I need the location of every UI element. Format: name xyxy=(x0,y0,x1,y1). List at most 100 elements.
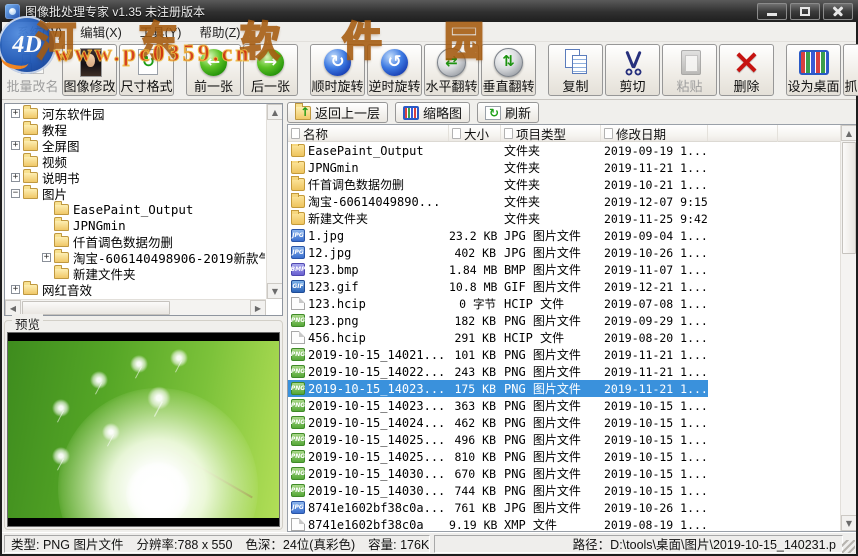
file-row[interactable]: 1.jpg 23.2 KB JPG 图片文件 2019-09-04 1... xyxy=(288,227,708,244)
toolbar-button[interactable]: 逆时旋转 xyxy=(367,44,422,96)
file-row[interactable]: 123.bmp 1.84 MB BMP 图片文件 2019-11-07 1... xyxy=(288,261,708,278)
file-row[interactable]: 2019-10-15_14022... 243 KB PNG 图片文件 2019… xyxy=(288,363,708,380)
file-row[interactable]: 2019-10-15_14025... 810 KB PNG 图片文件 2019… xyxy=(288,448,708,465)
toolbar-button-label: 顺时旋转 xyxy=(312,80,364,94)
column-header[interactable]: 项目类型 xyxy=(501,125,601,141)
list-vertical-scrollbar[interactable]: ▲ ▼ xyxy=(840,125,856,531)
scroll-down-arrow[interactable]: ▼ xyxy=(267,283,283,299)
scroll-up-arrow[interactable]: ▲ xyxy=(267,104,283,120)
toolbar-button[interactable]: 复制 xyxy=(548,44,603,96)
toolbar-button[interactable]: 后一张 xyxy=(243,44,298,96)
close-icon xyxy=(832,5,844,17)
toolbar-button[interactable]: 粘贴 xyxy=(662,44,717,96)
tree-horizontal-scrollbar[interactable]: ◀ ▶ xyxy=(5,299,266,315)
menu-item[interactable]: 工具(Y) xyxy=(131,20,191,43)
file-row[interactable]: 123.gif 10.8 MB GIF 图片文件 2019-12-21 1... xyxy=(288,278,708,295)
menu-item[interactable]: 编辑(X) xyxy=(71,20,131,43)
file-row[interactable]: 淘宝-60614049890... 文件夹 2019-12-07 9:15 xyxy=(288,193,708,210)
scroll-thumb[interactable] xyxy=(842,142,856,254)
tree-expand-toggle[interactable]: + xyxy=(11,173,20,182)
column-header[interactable]: 大小 xyxy=(449,125,501,141)
file-row[interactable]: 2019-10-15_14030... 670 KB PNG 图片文件 2019… xyxy=(288,465,708,482)
tree-expand-toggle[interactable]: − xyxy=(11,189,20,198)
minimize-button[interactable] xyxy=(757,3,787,20)
folder-tree-panel: + 河东软件园 教程 + xyxy=(4,103,283,316)
file-type-cell: PNG 图片文件 xyxy=(501,380,601,397)
file-type-cell: PNG 图片文件 xyxy=(501,448,601,465)
maximize-icon xyxy=(800,7,810,16)
list-toolbar-button[interactable]: 返回上一层 xyxy=(287,102,388,123)
toolbar-button[interactable]: 水平翻转 xyxy=(424,44,479,96)
tree-vertical-scrollbar[interactable]: ▲ ▼ xyxy=(266,104,282,299)
file-row[interactable]: 2019-10-15_14023... 363 KB PNG 图片文件 2019… xyxy=(288,397,708,414)
file-row[interactable]: 8741e1602bf38c0a... 761 KB JPG 图片文件 2019… xyxy=(288,499,708,516)
tree-expand-toggle[interactable]: + xyxy=(11,141,20,150)
toolbar-button[interactable]: 批量改名 xyxy=(5,44,60,96)
list-toolbar-button[interactable]: 缩略图 xyxy=(395,102,470,123)
menu-item[interactable]: 系统(W) xyxy=(8,20,71,43)
file-row[interactable]: EasePaint_Output 文件夹 2019-09-19 1... xyxy=(288,142,708,159)
file-row[interactable]: 2019-10-15_14025... 496 KB PNG 图片文件 2019… xyxy=(288,431,708,448)
close-button[interactable] xyxy=(823,3,853,20)
list-toolbar-icon xyxy=(295,106,311,120)
toolbar-button[interactable]: 顺时旋转 xyxy=(310,44,365,96)
file-row[interactable]: 仟首调色数据勿删 文件夹 2019-10-21 1... xyxy=(288,176,708,193)
file-row[interactable]: 123.png 182 KB PNG 图片文件 2019-09-29 1... xyxy=(288,312,708,329)
toolbar-button[interactable]: 垂直翻转 xyxy=(481,44,536,96)
file-row[interactable]: 2019-10-15_14024... 462 KB PNG 图片文件 2019… xyxy=(288,414,708,431)
window-controls xyxy=(754,3,853,20)
file-row[interactable]: 2019-10-15_14021... 101 KB PNG 图片文件 2019… xyxy=(288,346,708,363)
column-header[interactable]: 名称 xyxy=(288,125,449,141)
scroll-right-arrow[interactable]: ▶ xyxy=(250,300,266,316)
file-date-cell: 2019-07-08 1... xyxy=(601,297,708,311)
tree-expand-toggle[interactable]: + xyxy=(11,109,20,118)
tree-item-label: JPNGmin xyxy=(73,218,126,233)
file-type-icon xyxy=(291,212,305,225)
file-row[interactable]: 456.hcip 291 KB HCIP 文件 2019-08-20 1... xyxy=(288,329,708,346)
toolbar-button[interactable]: 尺寸格式 xyxy=(119,44,174,96)
toolbar-button[interactable]: 图像修改 xyxy=(62,44,117,96)
file-name-cell: JPNGmin xyxy=(288,161,449,175)
file-row[interactable]: 123.hcip 0 字节 HCIP 文件 2019-07-08 1... xyxy=(288,295,708,312)
status-capacity: 容量: 176KB xyxy=(368,535,430,553)
toolbar-button[interactable]: 抓取屏幕 xyxy=(843,44,858,96)
list-toolbar-button[interactable]: 刷新 xyxy=(477,102,539,123)
tree-item[interactable]: + 网红音效 xyxy=(6,281,265,297)
tree-item[interactable]: − 图片 xyxy=(6,185,265,201)
file-type-icon xyxy=(291,518,305,531)
toolbar-button[interactable]: 设为桌面 xyxy=(786,44,841,96)
tree-expand-toggle[interactable]: + xyxy=(42,253,51,262)
file-row[interactable]: JPNGmin 文件夹 2019-11-21 1... xyxy=(288,159,708,176)
file-row[interactable]: 新建文件夹 文件夹 2019-11-25 9:42 xyxy=(288,210,708,227)
toolbar-button-label: 水平翻转 xyxy=(426,80,478,94)
toolbar-button[interactable]: 删除 xyxy=(719,44,774,96)
file-size-cell: 810 KB xyxy=(449,450,501,464)
file-row[interactable]: 2019-10-15_14030... 744 KB PNG 图片文件 2019… xyxy=(288,482,708,499)
toolbar-button[interactable]: 剪切 xyxy=(605,44,660,96)
scroll-thumb[interactable] xyxy=(22,301,170,315)
file-type-cell: 文件夹 xyxy=(501,159,601,176)
scroll-up-arrow[interactable]: ▲ xyxy=(841,125,856,141)
file-type-cell: PNG 图片文件 xyxy=(501,431,601,448)
status-path-panel: 路径：D:\tools\桌面\图片\2019-10-15_140231.p xyxy=(434,535,843,553)
toolbar-button-label: 删除 xyxy=(733,80,759,94)
maximize-button[interactable] xyxy=(790,3,820,20)
folder-icon xyxy=(23,124,38,135)
menu-item[interactable]: 帮助(Z) xyxy=(190,20,249,43)
list-toolbar-label: 刷新 xyxy=(505,103,531,122)
scroll-down-arrow[interactable]: ▼ xyxy=(841,515,856,531)
folder-icon xyxy=(54,236,69,247)
resize-grip[interactable] xyxy=(842,540,855,553)
file-type-cell: 文件夹 xyxy=(501,176,601,193)
tree-item[interactable]: EasePaint_Output xyxy=(6,201,265,217)
file-type-cell: BMP 图片文件 xyxy=(501,261,601,278)
header-filler xyxy=(708,125,778,142)
column-header[interactable]: 修改日期 xyxy=(601,125,708,141)
file-type-cell: PNG 图片文件 xyxy=(501,482,601,499)
file-row[interactable]: 8741e1602bf38c0a 9.19 KB XMP 文件 2019-08-… xyxy=(288,516,708,531)
file-row[interactable]: 2019-10-15_14023... 175 KB PNG 图片文件 2019… xyxy=(288,380,708,397)
toolbar-button[interactable]: 前一张 xyxy=(186,44,241,96)
file-date-cell: 2019-11-21 1... xyxy=(601,348,708,362)
tree-expand-toggle[interactable]: + xyxy=(11,285,20,294)
file-row[interactable]: 12.jpg 402 KB JPG 图片文件 2019-10-26 1... xyxy=(288,244,708,261)
